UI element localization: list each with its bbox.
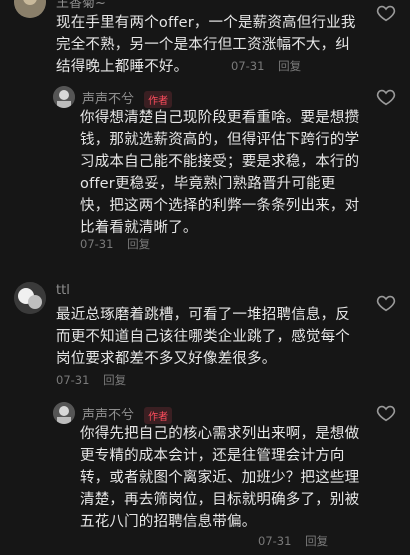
comment-meta: 07-31 回复 bbox=[231, 58, 301, 74]
reply-date: 07-31 bbox=[80, 237, 114, 251]
author-badge: 作者 bbox=[144, 91, 173, 108]
reply-user-name[interactable]: 声声不兮 bbox=[82, 92, 134, 107]
reply-button[interactable]: 回复 bbox=[278, 59, 301, 73]
reply-user-row: 声声不兮 作者 bbox=[82, 88, 173, 108]
avatar[interactable] bbox=[14, 282, 46, 314]
reply-meta: 07-31 回复 bbox=[80, 236, 150, 252]
comment-meta: 07-31 回复 bbox=[56, 372, 126, 388]
reply-text: 你得先把自己的核心需求列出来啊，是想做更专精的成本会计，还是往管理会计方向转，或… bbox=[80, 426, 360, 530]
avatar[interactable] bbox=[14, 0, 46, 18]
heart-outline-icon[interactable] bbox=[376, 4, 396, 22]
comment-user-name[interactable]: 王香菊~ bbox=[56, 0, 106, 11]
comment-text: 现在手里有两个offer，一个是薪资高但行业我完全不熟，另一个是本行但工资涨幅不… bbox=[56, 15, 356, 75]
reply-meta: 07-31 回复 bbox=[258, 533, 328, 549]
reply-user-name[interactable]: 声声不兮 bbox=[82, 408, 134, 423]
avatar[interactable] bbox=[53, 86, 75, 108]
reply-text: 你得想清楚自己现阶段更看重啥。要是想攒钱，那就选薪资高的，但得评估下跨行的学习成… bbox=[80, 110, 360, 236]
reply-user-row: 声声不兮 作者 bbox=[82, 404, 173, 424]
avatar[interactable] bbox=[53, 402, 75, 424]
comment-date: 07-31 bbox=[56, 373, 90, 387]
comment-user-name[interactable]: ttl bbox=[56, 283, 70, 298]
heart-outline-icon[interactable] bbox=[376, 88, 396, 106]
heart-outline-icon[interactable] bbox=[376, 404, 396, 422]
reply-date: 07-31 bbox=[258, 534, 292, 548]
reply-button[interactable]: 回复 bbox=[127, 237, 150, 251]
comment-text: 最近总琢磨着跳槽，可看了一堆招聘信息，反而更不知道自己该往哪类企业跳了，感觉每个… bbox=[56, 307, 350, 367]
author-badge: 作者 bbox=[144, 407, 173, 424]
heart-outline-icon[interactable] bbox=[376, 294, 396, 312]
reply-button[interactable]: 回复 bbox=[103, 373, 126, 387]
reply-button[interactable]: 回复 bbox=[305, 534, 328, 548]
comment-date: 07-31 bbox=[231, 59, 265, 73]
